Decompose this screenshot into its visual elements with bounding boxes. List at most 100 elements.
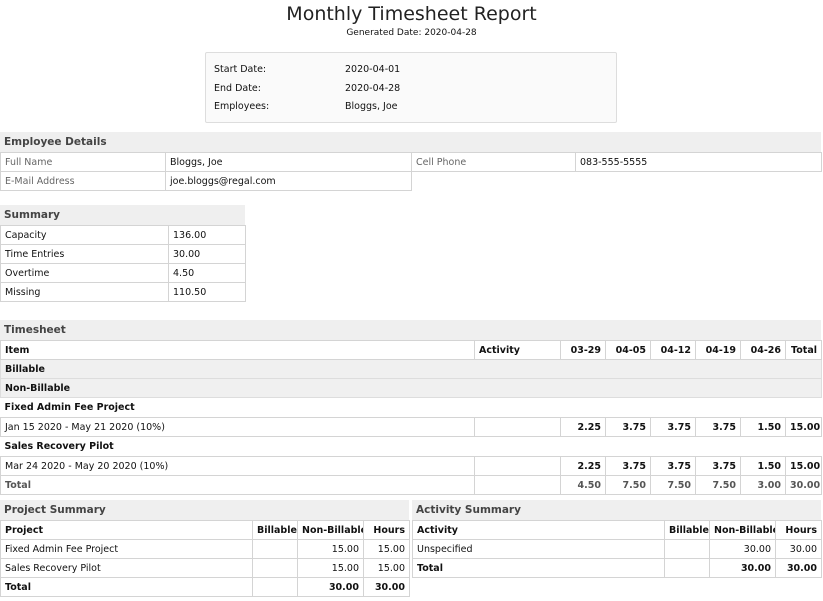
- activity-summary-row: Unspecified 30.00 30.00: [412, 539, 822, 559]
- project-name-row: Sales Recovery Pilot: [0, 436, 822, 457]
- project-summary-row: Fixed Admin Fee Project 15.00 15.00: [0, 539, 410, 559]
- start-date-value: 2020-04-01: [345, 64, 401, 75]
- report-title: Monthly Timesheet Report: [286, 3, 537, 25]
- activity-summary-total-row: Total 30.00 30.00: [412, 558, 822, 578]
- ps-non-billable: 15.00: [297, 539, 364, 559]
- non-billable-group-label: Non-Billable: [0, 378, 822, 398]
- capacity-value: 136.00: [168, 225, 246, 245]
- capacity-label: Capacity: [0, 225, 169, 245]
- end-date-value: 2020-04-28: [345, 83, 401, 94]
- timesheet-header-row: Item Activity 03-29 04-05 04-12 04-19 04…: [0, 340, 822, 360]
- project-name-row: Fixed Admin Fee Project: [0, 397, 822, 418]
- entry-week-3: 3.75: [650, 456, 696, 476]
- email-label: E-Mail Address: [0, 171, 166, 191]
- col-week-3: 04-12: [650, 340, 696, 360]
- project-name: Sales Recovery Pilot: [0, 436, 822, 457]
- full-name-value: Bloggs, Joe: [165, 152, 412, 172]
- ps-col-hours: Hours: [363, 520, 410, 540]
- as-non-billable: 30.00: [709, 539, 776, 559]
- report-parameters-box: Start Date: 2020-04-01 End Date: 2020-04-2…: [205, 52, 617, 123]
- as-col-activity: Activity: [412, 520, 665, 540]
- employees-label: Employees:: [214, 101, 270, 112]
- ps-col-billable: Billable: [252, 520, 298, 540]
- end-date-row: End Date: 2020-04-28: [214, 83, 400, 94]
- activity-summary-table: Activity Billable Non-Billable Hours Uns…: [412, 520, 822, 578]
- entry-week-4: 3.75: [695, 417, 741, 437]
- missing-label: Missing: [0, 282, 169, 302]
- ps-non-billable: 15.00: [297, 558, 364, 578]
- employee-details-heading: Employee Details: [0, 132, 821, 152]
- ps-col-non-billable: Non-Billable: [297, 520, 364, 540]
- entry-week-4: 3.75: [695, 456, 741, 476]
- col-week-5: 04-26: [740, 340, 786, 360]
- entry-week-2: 3.75: [605, 417, 651, 437]
- ps-billable: [252, 539, 298, 559]
- ps-total-label: Total: [0, 577, 253, 597]
- start-date-label: Start Date:: [214, 64, 267, 75]
- entry-week-2: 3.75: [605, 456, 651, 476]
- ps-hours: 15.00: [363, 558, 410, 578]
- total-week-2: 7.50: [605, 475, 651, 495]
- total-week-5: 3.00: [740, 475, 786, 495]
- summary-heading: Summary: [0, 205, 245, 225]
- total-week-4: 7.50: [695, 475, 741, 495]
- cell-phone-label: Cell Phone: [411, 152, 576, 172]
- entry-week-1: 2.25: [560, 417, 606, 437]
- employees-value: Bloggs, Joe: [345, 101, 398, 112]
- ps-total-hours: 30.00: [363, 577, 410, 597]
- non-billable-group-row: Non-Billable: [0, 378, 822, 398]
- time-entries-label: Time Entries: [0, 244, 169, 264]
- missing-value: 110.50: [168, 282, 246, 302]
- employee-row-name: Full Name Bloggs, Joe Cell Phone 083-555…: [0, 152, 822, 172]
- start-date-row: Start Date: 2020-04-01: [214, 64, 400, 75]
- col-week-2: 04-05: [605, 340, 651, 360]
- activity-summary-header: Activity Billable Non-Billable Hours: [412, 520, 822, 540]
- entry-activity: [474, 417, 561, 437]
- timesheet-entry-row: Jan 15 2020 - May 21 2020 (10%) 2.25 3.7…: [0, 417, 822, 437]
- summary-row: Time Entries 30.00: [0, 244, 246, 264]
- ps-hours: 15.00: [363, 539, 410, 559]
- total-week-3: 7.50: [650, 475, 696, 495]
- billable-group-label: Billable: [0, 359, 822, 379]
- project-name: Fixed Admin Fee Project: [0, 397, 822, 418]
- project-summary-total-row: Total 30.00 30.00: [0, 577, 410, 597]
- timesheet-total-row: Total 4.50 7.50 7.50 7.50 3.00 30.00: [0, 475, 822, 495]
- entry-week-1: 2.25: [560, 456, 606, 476]
- ps-billable: [252, 558, 298, 578]
- entry-week-5: 1.50: [740, 456, 786, 476]
- ps-total-non-billable: 30.00: [297, 577, 364, 597]
- ps-project: Fixed Admin Fee Project: [0, 539, 253, 559]
- generated-date: Generated Date: 2020-04-28: [0, 28, 823, 38]
- employees-row: Employees: Bloggs, Joe: [214, 101, 397, 112]
- summary-row: Missing 110.50: [0, 282, 246, 302]
- overtime-value: 4.50: [168, 263, 246, 283]
- ps-project: Sales Recovery Pilot: [0, 558, 253, 578]
- col-activity: Activity: [474, 340, 561, 360]
- generated-value: 2020-04-28: [424, 28, 477, 38]
- generated-label: Generated Date:: [346, 28, 422, 38]
- project-summary-table: Project Billable Non-Billable Hours Fixe…: [0, 520, 410, 597]
- end-date-label: End Date:: [214, 83, 261, 94]
- entry-week-5: 1.50: [740, 417, 786, 437]
- entry-total: 15.00: [785, 417, 822, 437]
- as-billable: [664, 539, 710, 559]
- entry-week-3: 3.75: [650, 417, 696, 437]
- as-total-hours: 30.00: [775, 558, 822, 578]
- col-week-4: 04-19: [695, 340, 741, 360]
- overtime-label: Overtime: [0, 263, 169, 283]
- as-col-hours: Hours: [775, 520, 822, 540]
- cell-phone-value: 083-555-5555: [575, 152, 822, 172]
- project-summary-row: Sales Recovery Pilot 15.00 15.00: [0, 558, 410, 578]
- project-summary-header: Project Billable Non-Billable Hours: [0, 520, 410, 540]
- as-hours: 30.00: [775, 539, 822, 559]
- entry-period: Jan 15 2020 - May 21 2020 (10%): [0, 417, 475, 437]
- as-activity: Unspecified: [412, 539, 665, 559]
- col-week-1: 03-29: [560, 340, 606, 360]
- employee-details-table: Full Name Bloggs, Joe Cell Phone 083-555…: [0, 152, 822, 191]
- activity-summary-heading: Activity Summary: [412, 500, 821, 520]
- project-summary-heading: Project Summary: [0, 500, 409, 520]
- billable-group-row: Billable: [0, 359, 822, 379]
- entry-period: Mar 24 2020 - May 20 2020 (10%): [0, 456, 475, 476]
- summary-row: Overtime 4.50: [0, 263, 246, 283]
- timesheet-table: Item Activity 03-29 04-05 04-12 04-19 04…: [0, 340, 822, 495]
